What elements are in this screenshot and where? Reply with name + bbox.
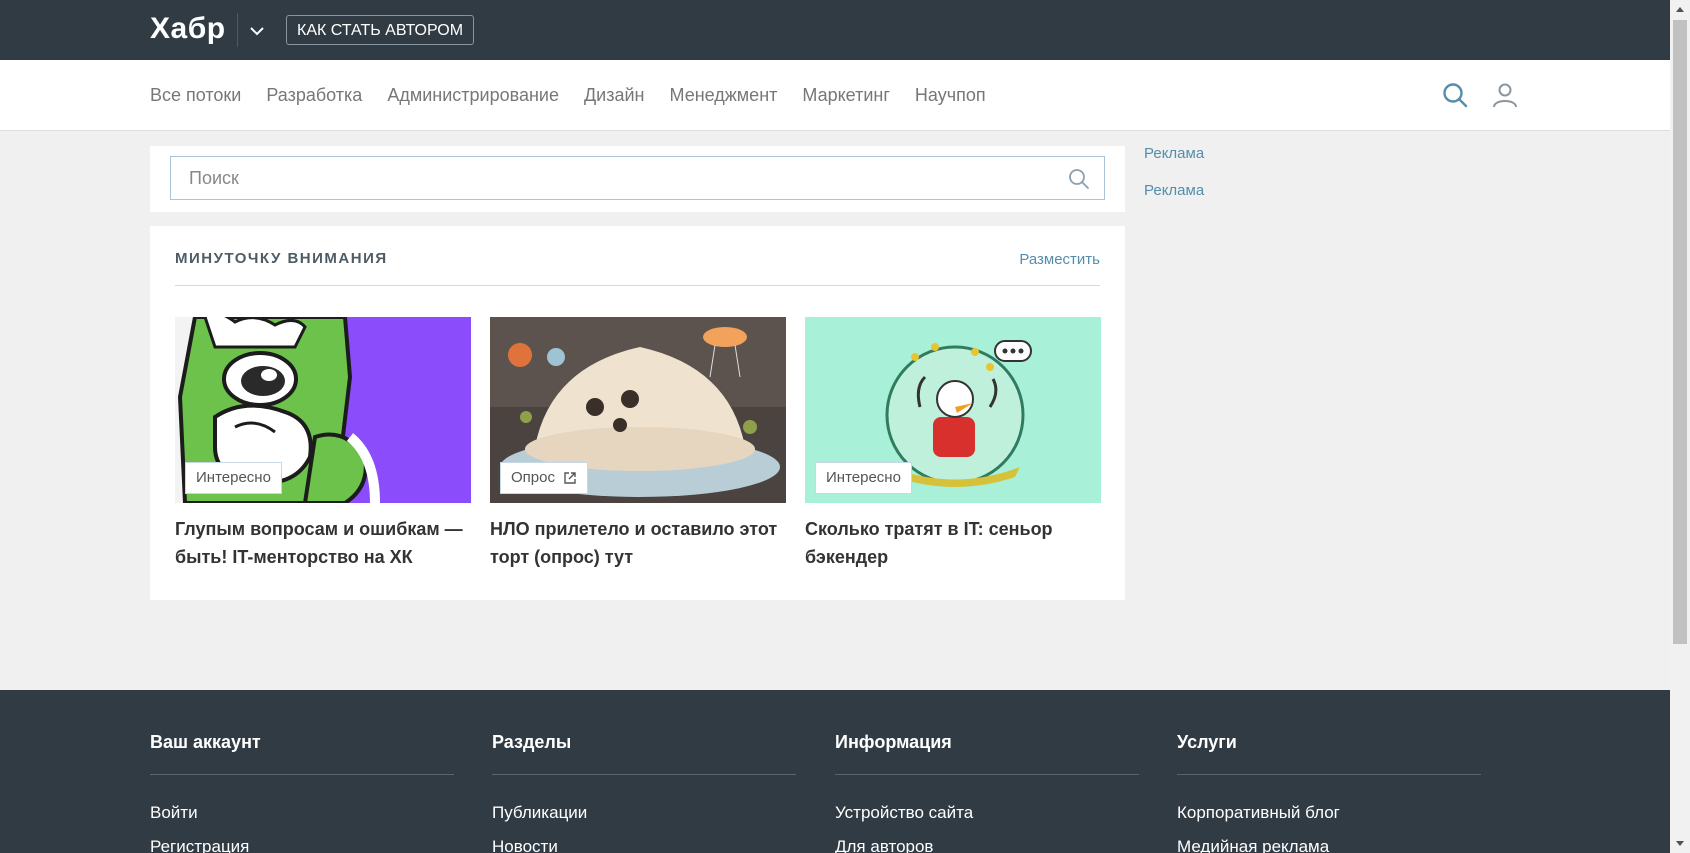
vertical-scrollbar[interactable] (1670, 0, 1690, 853)
promo-image-mentorship[interactable]: Интересно (175, 317, 471, 503)
footer-link-for-authors[interactable]: Для авторов (835, 837, 933, 853)
footer-link-site-structure[interactable]: Устройство сайта (835, 803, 973, 823)
footer-heading: Услуги (1177, 732, 1237, 752)
place-ad-link[interactable]: Разместить (1019, 251, 1100, 268)
nav-item-marketing[interactable]: Маркетинг (802, 85, 890, 106)
scroll-down-arrow-icon[interactable] (1670, 835, 1690, 853)
search-icon[interactable] (1442, 82, 1468, 108)
scroll-up-arrow-icon[interactable] (1670, 0, 1690, 18)
nav-bar: Все потоки Разработка Администрирование … (0, 60, 1670, 131)
footer-link-login[interactable]: Войти (150, 803, 198, 823)
how-to-become-author-button[interactable]: КАК СТАТЬ АВТОРОМ (286, 15, 475, 45)
promo-badge-label: Интересно (826, 469, 901, 486)
page: Хабр КАК СТАТЬ АВТОРОМ Все потоки Разраб… (0, 0, 1670, 853)
search-input[interactable] (171, 157, 1069, 199)
habr-logo[interactable]: Хабр (150, 9, 226, 49)
search-submit-icon[interactable] (1068, 168, 1090, 190)
flows-nav: Все потоки Разработка Администрирование … (150, 60, 1011, 130)
footer-link-register[interactable]: Регистрация (150, 837, 249, 853)
promo-image-ufo-cake[interactable]: Опрос (490, 317, 786, 503)
footer-heading: Ваш аккаунт (150, 732, 261, 752)
nav-item-all-flows[interactable]: Все потоки (150, 85, 241, 106)
footer-divider (1177, 774, 1481, 775)
footer-link-news[interactable]: Новости (492, 837, 558, 853)
promo-title[interactable]: НЛО прилетело и оставило этот торт (опро… (490, 515, 780, 571)
chevron-down-icon[interactable] (244, 18, 270, 44)
promo-badge: Интересно (815, 462, 912, 494)
footer: Ваш аккаунт Войти Регистрация Разделы Пу… (0, 690, 1670, 853)
footer-divider (492, 774, 796, 775)
divider (175, 285, 1100, 286)
promo-title[interactable]: Глупым вопросам и ошибкам — быть! IT-мен… (175, 515, 465, 571)
logo-divider (237, 13, 238, 47)
footer-link-corporate-blog[interactable]: Корпоративный блог (1177, 803, 1340, 823)
nav-item-administration[interactable]: Администрирование (387, 85, 559, 106)
top-bar: Хабр КАК СТАТЬ АВТОРОМ (0, 0, 1670, 60)
footer-divider (835, 774, 1139, 775)
ad-link[interactable]: Реклама (1144, 182, 1204, 199)
nav-item-management[interactable]: Менеджмент (670, 85, 778, 106)
footer-heading: Разделы (492, 732, 572, 752)
nav-item-popsci[interactable]: Научпоп (915, 85, 986, 106)
promo-badge: Интересно (185, 462, 282, 494)
nav-item-design[interactable]: Дизайн (584, 85, 645, 106)
external-link-icon (563, 471, 577, 485)
promo-badge: Опрос (500, 462, 588, 494)
user-icon[interactable] (1492, 82, 1518, 108)
scrollbar-thumb[interactable] (1673, 20, 1687, 644)
promo-badge-label: Опрос (511, 469, 555, 486)
footer-link-media-ads[interactable]: Медийная реклама (1177, 837, 1329, 853)
search-box (170, 156, 1105, 200)
promo-badge-label: Интересно (196, 469, 271, 486)
promo-title[interactable]: Сколько тратят в IT: сеньор бэкендер (805, 515, 1095, 571)
footer-link-publications[interactable]: Публикации (492, 803, 587, 823)
promo-image-it-spending[interactable]: Интересно (805, 317, 1101, 503)
ad-link[interactable]: Реклама (1144, 145, 1204, 162)
footer-divider (150, 774, 454, 775)
attention-title: МИНУТОЧКУ ВНИМАНИЯ (175, 250, 388, 267)
nav-item-development[interactable]: Разработка (266, 85, 362, 106)
footer-heading: Информация (835, 732, 952, 752)
search-panel (150, 146, 1125, 212)
attention-block: МИНУТОЧКУ ВНИМАНИЯ Разместить Интересно … (150, 226, 1125, 600)
